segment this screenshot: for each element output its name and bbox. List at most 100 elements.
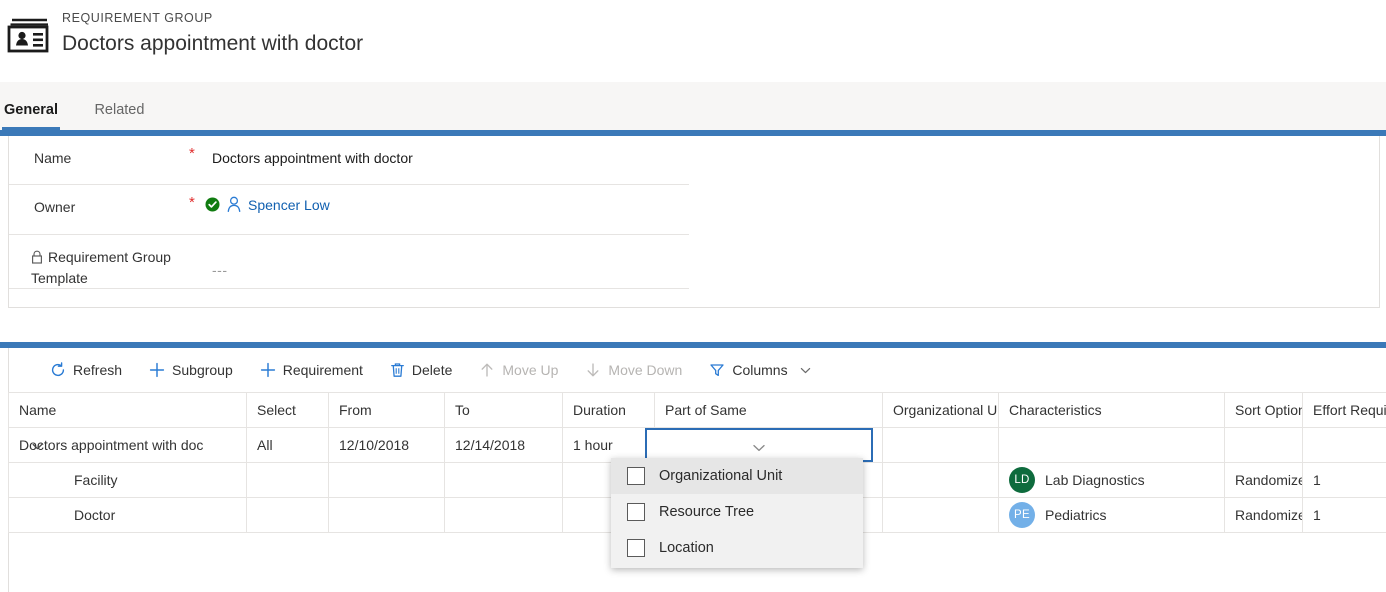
- refresh-button[interactable]: Refresh: [41, 348, 131, 392]
- row-name-text: Doctors appointment with doc: [19, 437, 204, 453]
- characteristic-label: Lab Diagnostics: [1045, 472, 1145, 488]
- chevron-down-icon: [800, 367, 810, 373]
- row-name-cell[interactable]: Doctor: [8, 497, 247, 533]
- part-of-same-dropdown-menu: Organizational Unit Resource Tree Locati…: [611, 458, 863, 568]
- grid-command-bar: Refresh Subgroup Requirement Delete Move…: [9, 348, 1386, 392]
- row-select-cell[interactable]: [246, 462, 329, 498]
- field-row-owner: Owner * Spencer Low: [9, 185, 689, 235]
- name-field-value[interactable]: Doctors appointment with doctor: [212, 148, 413, 169]
- owner-required-indicator: *: [189, 194, 195, 211]
- row-name-cell[interactable]: Facility: [8, 462, 247, 498]
- delete-button-label: Delete: [411, 362, 453, 378]
- add-requirement-button-label: Requirement: [282, 362, 363, 378]
- owner-lookup-link[interactable]: Spencer Low: [248, 197, 330, 213]
- row-effort-required-cell[interactable]: [1302, 427, 1386, 463]
- columns-button[interactable]: Columns: [700, 348, 820, 392]
- tab-general[interactable]: General: [2, 82, 60, 130]
- column-header-name[interactable]: Name: [8, 392, 247, 428]
- column-header-characteristics[interactable]: Characteristics: [998, 392, 1225, 428]
- add-subgroup-button[interactable]: Subgroup: [140, 348, 242, 392]
- tab-related[interactable]: Related: [92, 82, 146, 130]
- move-down-button-label: Move Down: [608, 362, 683, 378]
- owner-field-label: Owner: [34, 199, 76, 215]
- arrow-down-icon: [587, 363, 599, 377]
- person-icon: [227, 196, 241, 213]
- header-text-block: REQUIREMENT GROUP Doctors appointment wi…: [62, 10, 363, 59]
- dropdown-option-location[interactable]: Location: [611, 530, 863, 566]
- dropdown-option-resource-tree[interactable]: Resource Tree: [611, 494, 863, 530]
- add-requirement-button[interactable]: Requirement: [251, 348, 372, 392]
- checkbox-icon[interactable]: [627, 539, 645, 557]
- dropdown-option-label: Location: [659, 540, 714, 556]
- verified-check-icon: [205, 197, 220, 212]
- row-from-cell[interactable]: [328, 497, 445, 533]
- move-up-button: Move Up: [470, 348, 567, 392]
- column-header-effort-required[interactable]: Effort Required: [1302, 392, 1386, 428]
- name-required-indicator: *: [189, 145, 195, 162]
- column-header-sort-option[interactable]: Sort Option: [1224, 392, 1303, 428]
- general-form-card: Name * Doctors appointment with doctor O…: [8, 136, 1380, 308]
- delete-button[interactable]: Delete: [381, 348, 461, 392]
- row-organizational-unit-cell[interactable]: [882, 427, 999, 463]
- row-sort-option-cell[interactable]: Randomize: [1224, 497, 1303, 533]
- column-header-duration[interactable]: Duration: [562, 392, 655, 428]
- row-to-cell[interactable]: [444, 497, 563, 533]
- checkbox-icon[interactable]: [627, 503, 645, 521]
- table-header-row: Name Select From To Duration Part of Sam…: [8, 392, 1386, 428]
- row-characteristics-cell[interactable]: [998, 427, 1225, 463]
- plus-icon: [260, 362, 275, 378]
- part-of-same-combobox[interactable]: [645, 428, 873, 462]
- page-title: Doctors appointment with doctor: [62, 32, 364, 55]
- app-root: REQUIREMENT GROUP Doctors appointment wi…: [0, 0, 1386, 592]
- dropdown-option-organizational-unit[interactable]: Organizational Unit: [611, 458, 863, 494]
- row-to-cell[interactable]: [444, 462, 563, 498]
- row-characteristics-cell[interactable]: PE Pediatrics: [998, 497, 1225, 533]
- characteristic-label: Pediatrics: [1045, 507, 1107, 523]
- row-to-cell[interactable]: 12/14/2018: [444, 427, 563, 463]
- row-effort-required-cell[interactable]: 1: [1302, 497, 1386, 533]
- checkbox-icon[interactable]: [627, 467, 645, 485]
- row-from-cell[interactable]: [328, 462, 445, 498]
- row-organizational-unit-cell[interactable]: [882, 462, 999, 498]
- refresh-button-label: Refresh: [73, 362, 123, 378]
- column-header-part-of-same[interactable]: Part of Same: [654, 392, 883, 428]
- requirement-group-template-value: ---: [212, 262, 228, 278]
- row-characteristics-cell[interactable]: LD Lab Diagnostics: [998, 462, 1225, 498]
- contact-card-icon: [7, 18, 49, 53]
- dropdown-option-label: Resource Tree: [659, 504, 755, 520]
- row-from-cell[interactable]: 12/10/2018: [328, 427, 445, 463]
- field-row-name: Name * Doctors appointment with doctor: [9, 136, 689, 185]
- avatar: PE: [1009, 502, 1035, 528]
- dropdown-option-label: Organizational Unit: [659, 468, 783, 484]
- column-header-select[interactable]: Select: [246, 392, 329, 428]
- row-select-cell[interactable]: All: [246, 427, 329, 463]
- avatar: LD: [1009, 467, 1035, 493]
- requirement-group-template-label: Requirement Group Template: [31, 247, 191, 289]
- refresh-icon: [51, 362, 65, 377]
- tab-strip: General Related: [0, 82, 1386, 130]
- entity-kind-label: REQUIREMENT GROUP: [62, 11, 213, 25]
- filter-icon: [710, 364, 724, 377]
- row-select-cell[interactable]: [246, 497, 329, 533]
- lock-icon: [32, 250, 42, 264]
- requirement-group-template-label-text: Requirement Group Template: [31, 249, 171, 286]
- row-sort-option-cell[interactable]: [1224, 427, 1303, 463]
- plus-icon: [149, 362, 165, 378]
- move-up-button-label: Move Up: [502, 362, 559, 378]
- move-down-button: Move Down: [576, 348, 691, 392]
- row-sort-option-cell[interactable]: Randomize: [1224, 462, 1303, 498]
- column-header-to[interactable]: To: [444, 392, 563, 428]
- column-header-from[interactable]: From: [328, 392, 445, 428]
- field-row-requirement-group-template: Requirement Group Template ---: [9, 235, 689, 289]
- add-subgroup-button-label: Subgroup: [172, 362, 233, 378]
- chevron-down-icon[interactable]: [31, 440, 44, 453]
- row-organizational-unit-cell[interactable]: [882, 497, 999, 533]
- column-header-organizational-unit[interactable]: Organizational Unit: [882, 392, 999, 428]
- columns-button-label: Columns: [732, 362, 788, 378]
- trash-icon: [391, 363, 404, 377]
- name-field-label: Name: [34, 150, 72, 166]
- owner-field-value: Spencer Low: [205, 196, 330, 213]
- row-name-cell[interactable]: Doctors appointment with doc: [8, 427, 247, 463]
- row-effort-required-cell[interactable]: 1: [1302, 462, 1386, 498]
- chevron-down-icon: [753, 444, 765, 452]
